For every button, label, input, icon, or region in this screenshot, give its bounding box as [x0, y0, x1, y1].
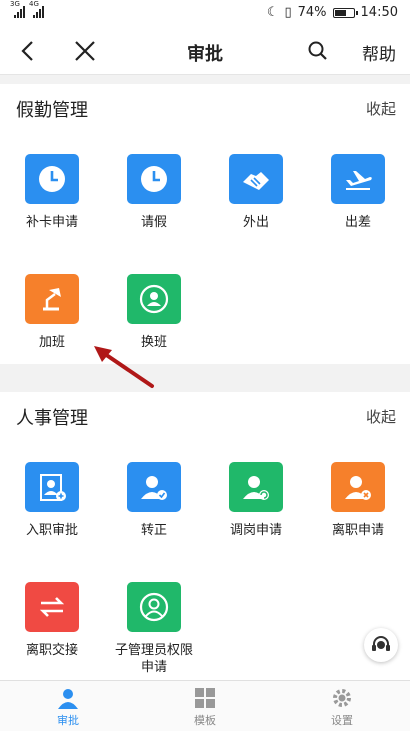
- collapse-button[interactable]: 收起: [366, 98, 396, 119]
- section-hr-management: 人事管理 收起 入职审批 转正 调岗申请 离职申请 离职交接 子管理员权限申请: [0, 392, 410, 680]
- app-label: 离职申请: [331, 523, 384, 538]
- help-button[interactable]: 帮助: [362, 40, 396, 65]
- app-label: 换班: [140, 335, 167, 350]
- tab-template[interactable]: 模板: [165, 686, 245, 728]
- airplane-icon: [331, 154, 385, 204]
- app-regularization[interactable]: 转正: [104, 462, 204, 539]
- moon-icon: ☾: [266, 5, 279, 20]
- user-shield-icon: [127, 582, 181, 632]
- app-onboarding[interactable]: 入职审批: [2, 462, 102, 539]
- headset-icon: [372, 636, 390, 651]
- section-leave-management: 假勤管理 收起 补卡申请 请假 外出 出差 加班 换班: [0, 84, 410, 364]
- signal-indicators: 3G 4G: [10, 0, 44, 18]
- app-label: 调岗申请: [229, 523, 282, 538]
- gear-icon: [333, 689, 351, 707]
- app-leave[interactable]: 请假: [104, 154, 204, 231]
- grid-icon: [195, 688, 215, 708]
- vibrate-icon: ▯: [284, 5, 292, 20]
- customer-service-button[interactable]: [364, 628, 398, 662]
- app-header: 审批 帮助: [0, 28, 410, 75]
- app-handover[interactable]: 离职交接: [2, 582, 102, 659]
- app-business-trip[interactable]: 出差: [308, 154, 408, 231]
- battery-percent: 74%: [297, 5, 327, 20]
- person-icon: [58, 689, 78, 709]
- app-transfer[interactable]: 调岗申请: [206, 462, 306, 539]
- tab-settings[interactable]: 设置: [302, 686, 382, 728]
- desk-lamp-icon: [25, 274, 79, 324]
- swap-person-icon: [127, 274, 181, 324]
- app-outing[interactable]: 外出: [206, 154, 306, 231]
- tab-approval[interactable]: 审批: [28, 686, 108, 728]
- tab-label: 审批: [57, 714, 79, 727]
- user-remove-icon: [331, 462, 385, 512]
- app-sub-admin-permission[interactable]: 子管理员权限申请: [104, 582, 204, 676]
- app-makeup-punch[interactable]: 补卡申请: [2, 154, 102, 231]
- signal-4g-icon: 4G: [29, 0, 44, 18]
- clock-time: 14:50: [360, 5, 398, 20]
- bottom-tab-bar: 审批 模板 设置: [0, 680, 410, 731]
- clock-icon: [127, 154, 181, 204]
- user-check-icon: [127, 462, 181, 512]
- app-shift-swap[interactable]: 换班: [104, 274, 204, 351]
- app-resignation[interactable]: 离职申请: [308, 462, 408, 539]
- collapse-button[interactable]: 收起: [366, 406, 396, 427]
- search-icon[interactable]: [306, 39, 330, 63]
- app-label: 离职交接: [25, 643, 78, 658]
- signal-3g-icon: 3G: [10, 0, 25, 18]
- app-label: 加班: [38, 335, 65, 350]
- clock-icon: [25, 154, 79, 204]
- app-overtime[interactable]: 加班: [2, 274, 102, 351]
- app-label: 子管理员权限申请: [115, 643, 194, 675]
- exchange-arrows-icon: [25, 582, 79, 632]
- section-title: 人事管理: [16, 408, 88, 429]
- app-label: 请假: [140, 215, 167, 230]
- app-label: 入职审批: [25, 523, 78, 538]
- page-title: 审批: [187, 44, 223, 65]
- battery-icon: [332, 7, 358, 18]
- app-label: 出差: [344, 215, 371, 230]
- tab-label: 模板: [194, 714, 216, 727]
- id-card-plus-icon: [25, 462, 79, 512]
- tab-label: 设置: [331, 714, 353, 727]
- section-title: 假勤管理: [16, 100, 88, 121]
- user-refresh-icon: [229, 462, 283, 512]
- app-label: 补卡申请: [25, 215, 78, 230]
- app-label: 转正: [140, 523, 167, 538]
- handshake-icon: [229, 154, 283, 204]
- status-bar: 3G 4G ☾ ▯ 74% 14:50: [0, 0, 410, 28]
- app-label: 外出: [242, 215, 269, 230]
